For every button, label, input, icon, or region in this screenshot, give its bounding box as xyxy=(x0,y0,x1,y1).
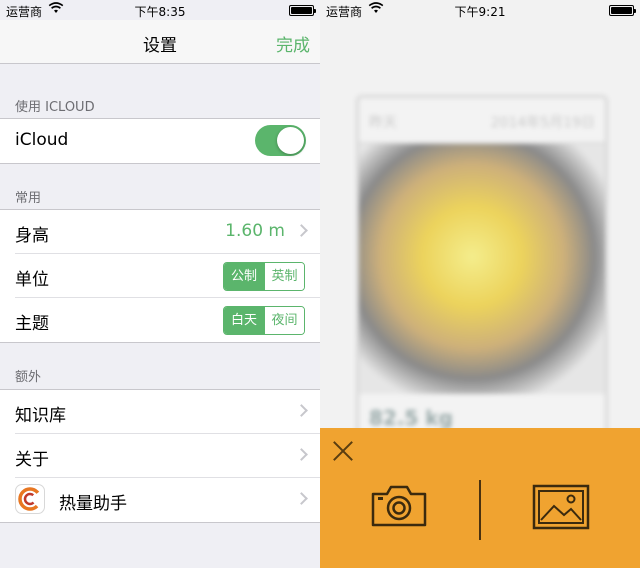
settings-screen: 运营商 下午8:35 设置 完成 使用 ICLOUD iCloud 常用 身高 … xyxy=(0,0,320,568)
done-button[interactable]: 完成 xyxy=(276,31,310,56)
toggle-knob xyxy=(277,127,304,154)
section-header-icloud: 使用 ICLOUD xyxy=(15,100,95,115)
unit-label: 单位 xyxy=(15,270,49,290)
image-icon[interactable] xyxy=(532,484,590,530)
section-header-common: 常用 xyxy=(15,191,42,206)
theme-option-day[interactable]: 白天 xyxy=(224,307,264,334)
page-title: 设置 xyxy=(143,36,177,56)
height-value: 1.60 m xyxy=(225,221,285,241)
unit-segmented-control: 公制 英制 xyxy=(223,262,305,291)
knowledge-base-row[interactable]: 知识库 xyxy=(15,390,320,434)
calorie-app-label: 热量助手 xyxy=(59,494,127,514)
extra-group: 知识库 关于 热量助手 xyxy=(0,389,320,523)
icloud-row: iCloud xyxy=(15,119,320,163)
chevron-right-icon xyxy=(295,448,308,461)
photo-source-sheet xyxy=(320,428,640,568)
unit-option-imperial[interactable]: 英制 xyxy=(264,263,304,290)
height-label: 身高 xyxy=(15,226,49,246)
about-row[interactable]: 关于 xyxy=(15,434,320,478)
status-bar: 运营商 下午8:35 xyxy=(0,0,320,20)
status-time: 下午8:35 xyxy=(134,5,186,19)
close-icon[interactable] xyxy=(332,440,354,462)
card-weight: 82.5 kg xyxy=(369,406,453,430)
status-bar: 运营商 下午9:21 xyxy=(320,0,640,20)
calorie-app-row[interactable]: 热量助手 xyxy=(15,478,320,522)
chevron-right-icon xyxy=(295,404,308,417)
theme-option-night[interactable]: 夜间 xyxy=(264,307,304,334)
card-header: 昨天 2014年5月19日 xyxy=(359,98,605,144)
add-photo-screen: 运营商 下午9:21 昨天 2014年5月19日 82.5 kg xyxy=(320,0,640,568)
chevron-right-icon xyxy=(295,492,308,505)
theme-label: 主题 xyxy=(15,314,49,334)
blurred-entry-card: 昨天 2014年5月19日 82.5 kg xyxy=(356,95,608,475)
status-time: 下午9:21 xyxy=(454,5,506,19)
battery-icon xyxy=(289,5,316,16)
theme-row: 主题 白天 夜间 xyxy=(15,298,320,342)
theme-segmented-control: 白天 夜间 xyxy=(223,306,305,335)
card-day: 昨天 xyxy=(369,115,397,131)
height-row[interactable]: 身高 1.60 m xyxy=(15,210,320,254)
icloud-label: iCloud xyxy=(15,130,69,150)
knowledge-base-label: 知识库 xyxy=(15,406,66,426)
app-logo-icon xyxy=(15,484,45,514)
section-header-extra: 额外 xyxy=(15,370,42,385)
nav-bar: 设置 完成 xyxy=(0,20,320,64)
unit-row: 单位 公制 英制 xyxy=(15,254,320,298)
battery-icon xyxy=(609,5,636,16)
card-date: 2014年5月19日 xyxy=(490,115,595,131)
common-group: 身高 1.60 m 单位 公制 英制 主题 白天 夜间 xyxy=(0,209,320,343)
unit-option-metric[interactable]: 公制 xyxy=(224,263,264,290)
icloud-group: iCloud xyxy=(0,118,320,164)
sheet-divider xyxy=(479,480,481,540)
about-label: 关于 xyxy=(15,450,49,470)
icloud-toggle[interactable] xyxy=(255,125,306,156)
camera-icon[interactable] xyxy=(370,484,428,528)
food-photo xyxy=(359,144,605,394)
chevron-right-icon xyxy=(295,224,308,237)
